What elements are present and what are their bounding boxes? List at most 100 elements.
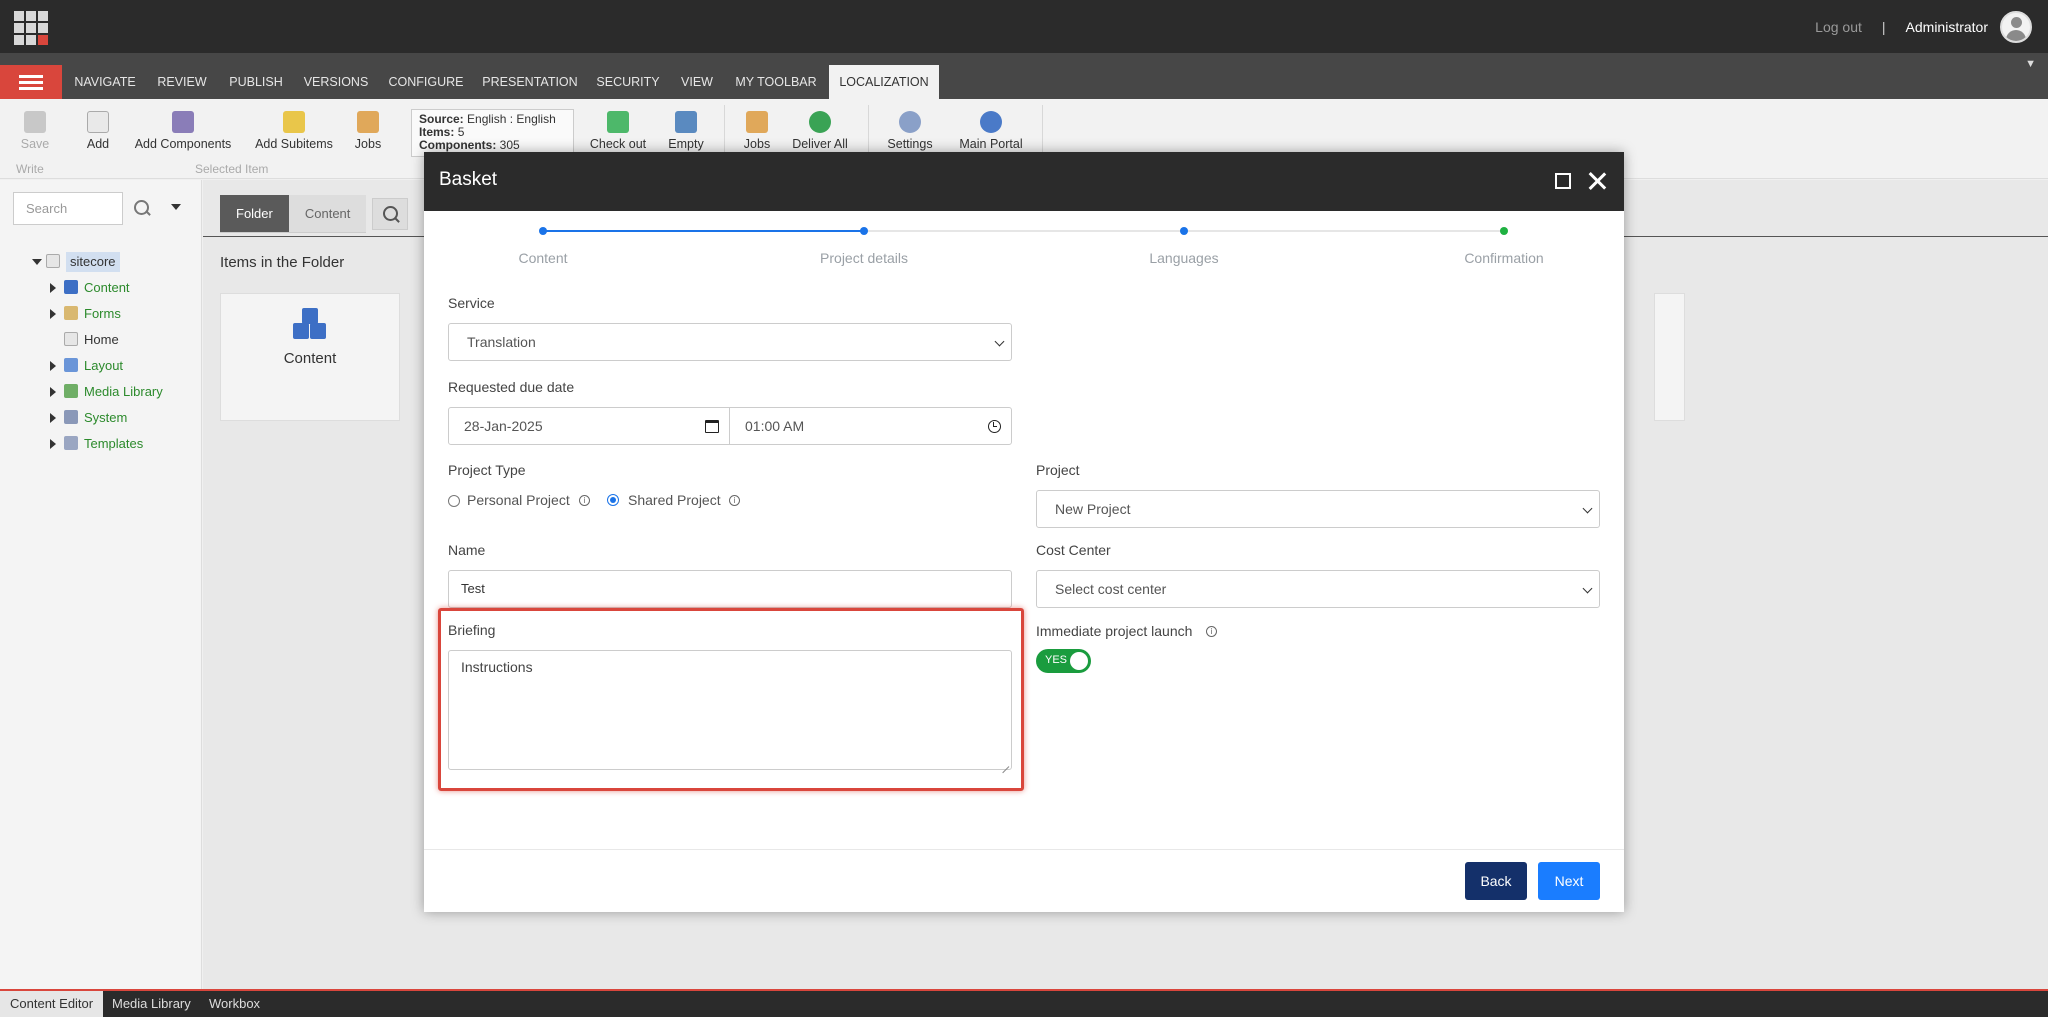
expand-arrow-icon[interactable] [50,361,56,371]
jobs2-label: Jobs [743,137,771,151]
clipboard-icon [746,111,768,133]
tab-publish[interactable]: PUBLISH [222,65,290,99]
close-icon[interactable] [1587,171,1607,191]
tab-content-editor[interactable]: Content Editor [0,991,104,1017]
name-input[interactable]: Test [448,570,1012,608]
project-select[interactable]: New Project [1036,490,1600,528]
app-launcher-icon[interactable] [14,11,48,45]
tab-presentation[interactable]: PRESENTATION [477,65,583,99]
items-label: Items: [419,125,455,139]
step-project-details[interactable]: Project details [784,250,944,266]
tab-content[interactable]: Content [288,195,367,233]
calendar-icon[interactable] [705,420,719,433]
info-icon[interactable]: i [729,495,740,506]
step-confirmation[interactable]: Confirmation [1424,250,1584,266]
step-content[interactable]: Content [463,250,623,266]
personal-project-label[interactable]: Personal Project [467,492,570,508]
save-button[interactable]: Save [20,111,50,151]
tab-localization[interactable]: LOCALIZATION [829,65,939,99]
dialog-title: Basket [439,169,498,190]
forms-icon [64,306,78,320]
info-icon[interactable]: i [1206,626,1217,637]
expand-arrow-icon[interactable] [50,439,56,449]
expand-arrow-icon[interactable] [50,283,56,293]
tab-view[interactable]: VIEW [674,65,720,99]
cost-center-placeholder: Select cost center [1055,581,1167,597]
empty-label: Empty [668,137,704,151]
info-icon[interactable]: i [579,495,590,506]
tab-review[interactable]: REVIEW [152,65,212,99]
jobs-button[interactable]: Jobs [352,111,384,151]
save-label: Save [20,137,50,151]
cost-center-select[interactable]: Select cost center [1036,570,1600,608]
tab-folder[interactable]: Folder [220,195,289,233]
due-date-input[interactable]: 28-Jan-2025 [448,407,730,445]
avatar[interactable] [2000,10,2032,43]
add-subitems-button[interactable]: Add Subitems [252,111,336,151]
tab-versions[interactable]: VERSIONS [298,65,374,99]
components-label: Components: [419,138,497,152]
tab-security[interactable]: SECURITY [592,65,664,99]
expand-arrow-icon[interactable] [50,387,56,397]
project-type-label: Project Type [448,462,526,478]
step-dot-content [539,227,547,235]
search-icon[interactable] [372,198,409,230]
tab-workbox[interactable]: Workbox [199,991,270,1017]
deliver-all-button[interactable]: Deliver All [790,111,850,151]
items-value: 5 [457,125,465,139]
maximize-icon[interactable] [1555,173,1571,189]
service-select[interactable]: Translation [448,323,1012,361]
tab-configure[interactable]: CONFIGURE [384,65,468,99]
search-icon[interactable] [134,200,152,218]
check-out-button[interactable]: Check out [588,111,648,151]
collapse-arrow-icon[interactable] [32,259,42,265]
shared-project-label[interactable]: Shared Project [628,492,721,508]
expand-arrow-icon[interactable] [50,413,56,423]
items-folder-title: Items in the Folder [220,254,345,271]
system-icon [64,410,78,424]
immediate-launch-toggle[interactable]: YES [1036,649,1091,673]
tab-media-library[interactable]: Media Library [102,991,201,1017]
personal-project-radio[interactable] [448,495,460,507]
basket-check-icon [607,111,629,133]
expand-arrow-icon[interactable] [50,309,56,319]
tree-search-input[interactable]: Search [13,192,123,225]
next-button[interactable]: Next [1538,862,1600,900]
main-portal-button[interactable]: Main Portal [956,111,1026,151]
source-label: Source: [419,112,464,126]
selected-item-group-label: Selected Item [195,162,269,176]
settings-button[interactable]: Settings [886,111,934,151]
gear-icon [899,111,921,133]
step-dot-languages [1180,227,1188,235]
due-time-input[interactable]: 01:00 AM [729,407,1012,445]
clock-icon[interactable] [988,420,1001,433]
logout-link[interactable]: Log out [1815,19,1862,35]
card-label: Content [283,350,337,367]
tab-my-toolbar[interactable]: MY TOOLBAR [730,65,822,99]
resize-handle-icon[interactable] [1001,759,1009,767]
collapse-down-icon[interactable]: ▼ [2025,58,2036,70]
tab-navigate[interactable]: NAVIGATE [67,65,143,99]
step-languages[interactable]: Languages [1104,250,1264,266]
basket-summary: Source: English : English Items: 5 Compo… [411,109,574,157]
subitems-folder-icon [283,111,305,133]
search-options-icon[interactable] [171,204,181,210]
add-components-button[interactable]: Add Components [132,111,234,151]
shared-project-radio[interactable] [607,494,619,506]
add-page-icon [87,111,109,133]
user-name[interactable]: Administrator [1906,19,1988,35]
back-button[interactable]: Back [1465,862,1527,900]
step-dot-project-details [860,227,868,235]
folder-item-card[interactable] [1654,293,1685,421]
save-icon [24,111,46,133]
folder-item-card[interactable]: Content [220,293,400,421]
empty-button[interactable]: Empty [666,111,706,151]
menu-icon[interactable] [0,65,62,99]
tree-item-label: Forms [84,306,121,321]
tree-item-label: Media Library [84,384,163,399]
jobs2-button[interactable]: Jobs [742,111,772,151]
step-dot-confirmation [1500,227,1508,235]
add-button[interactable]: Add [83,111,113,151]
content-tree-panel: Search sitecore Content Forms Home Layou… [0,180,202,989]
briefing-textarea[interactable]: Instructions [448,650,1012,770]
